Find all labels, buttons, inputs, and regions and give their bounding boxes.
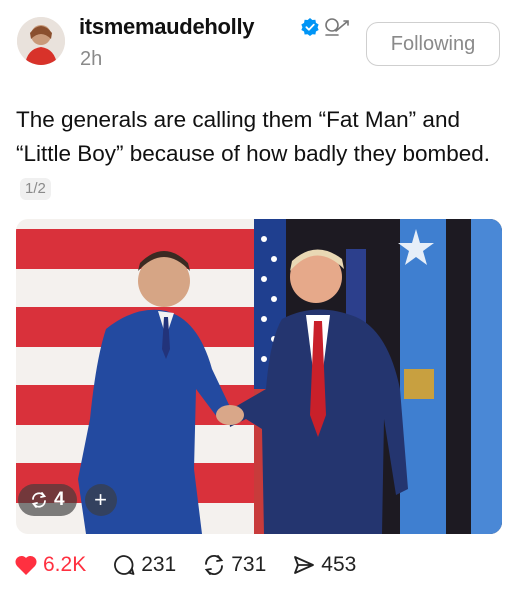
avatar[interactable] bbox=[17, 17, 65, 65]
share-icon bbox=[294, 556, 315, 574]
media-count-badge[interactable]: 4 bbox=[18, 484, 77, 516]
share-count: 453 bbox=[321, 553, 357, 576]
username[interactable]: itsmemaudeholly bbox=[79, 14, 255, 40]
creator-icon bbox=[325, 18, 349, 36]
post-body: The generals are calling them “Fat Man” … bbox=[16, 107, 491, 166]
verified-badge-icon bbox=[301, 18, 319, 36]
page-counter: 1/2 bbox=[20, 178, 51, 200]
heart-icon bbox=[15, 555, 37, 575]
repost-button[interactable]: 731 bbox=[202, 553, 266, 577]
comment-count: 231 bbox=[141, 553, 177, 576]
comment-icon bbox=[114, 555, 135, 575]
comment-button[interactable]: 231 bbox=[112, 553, 176, 577]
repost-count: 731 bbox=[231, 553, 267, 576]
share-button[interactable]: 453 bbox=[292, 553, 356, 577]
timestamp: 2h bbox=[80, 48, 103, 70]
like-button[interactable]: 6.2K bbox=[14, 553, 86, 577]
repost-icon bbox=[205, 554, 224, 576]
following-button[interactable]: Following bbox=[366, 22, 500, 66]
media-overlay[interactable]: 4 + bbox=[18, 484, 117, 516]
add-button[interactable]: + bbox=[84, 484, 117, 516]
repost-icon bbox=[31, 492, 47, 508]
post-header: itsmemaudeholly 2h Following bbox=[0, 0, 518, 90]
media-count: 4 bbox=[54, 489, 65, 510]
handshake bbox=[216, 405, 244, 425]
post-image[interactable]: 4 + bbox=[16, 219, 502, 534]
action-bar: 6.2K 231 731 453 bbox=[14, 548, 382, 582]
post-text: The generals are calling them “Fat Man” … bbox=[16, 103, 506, 205]
like-count: 6.2K bbox=[43, 553, 87, 576]
